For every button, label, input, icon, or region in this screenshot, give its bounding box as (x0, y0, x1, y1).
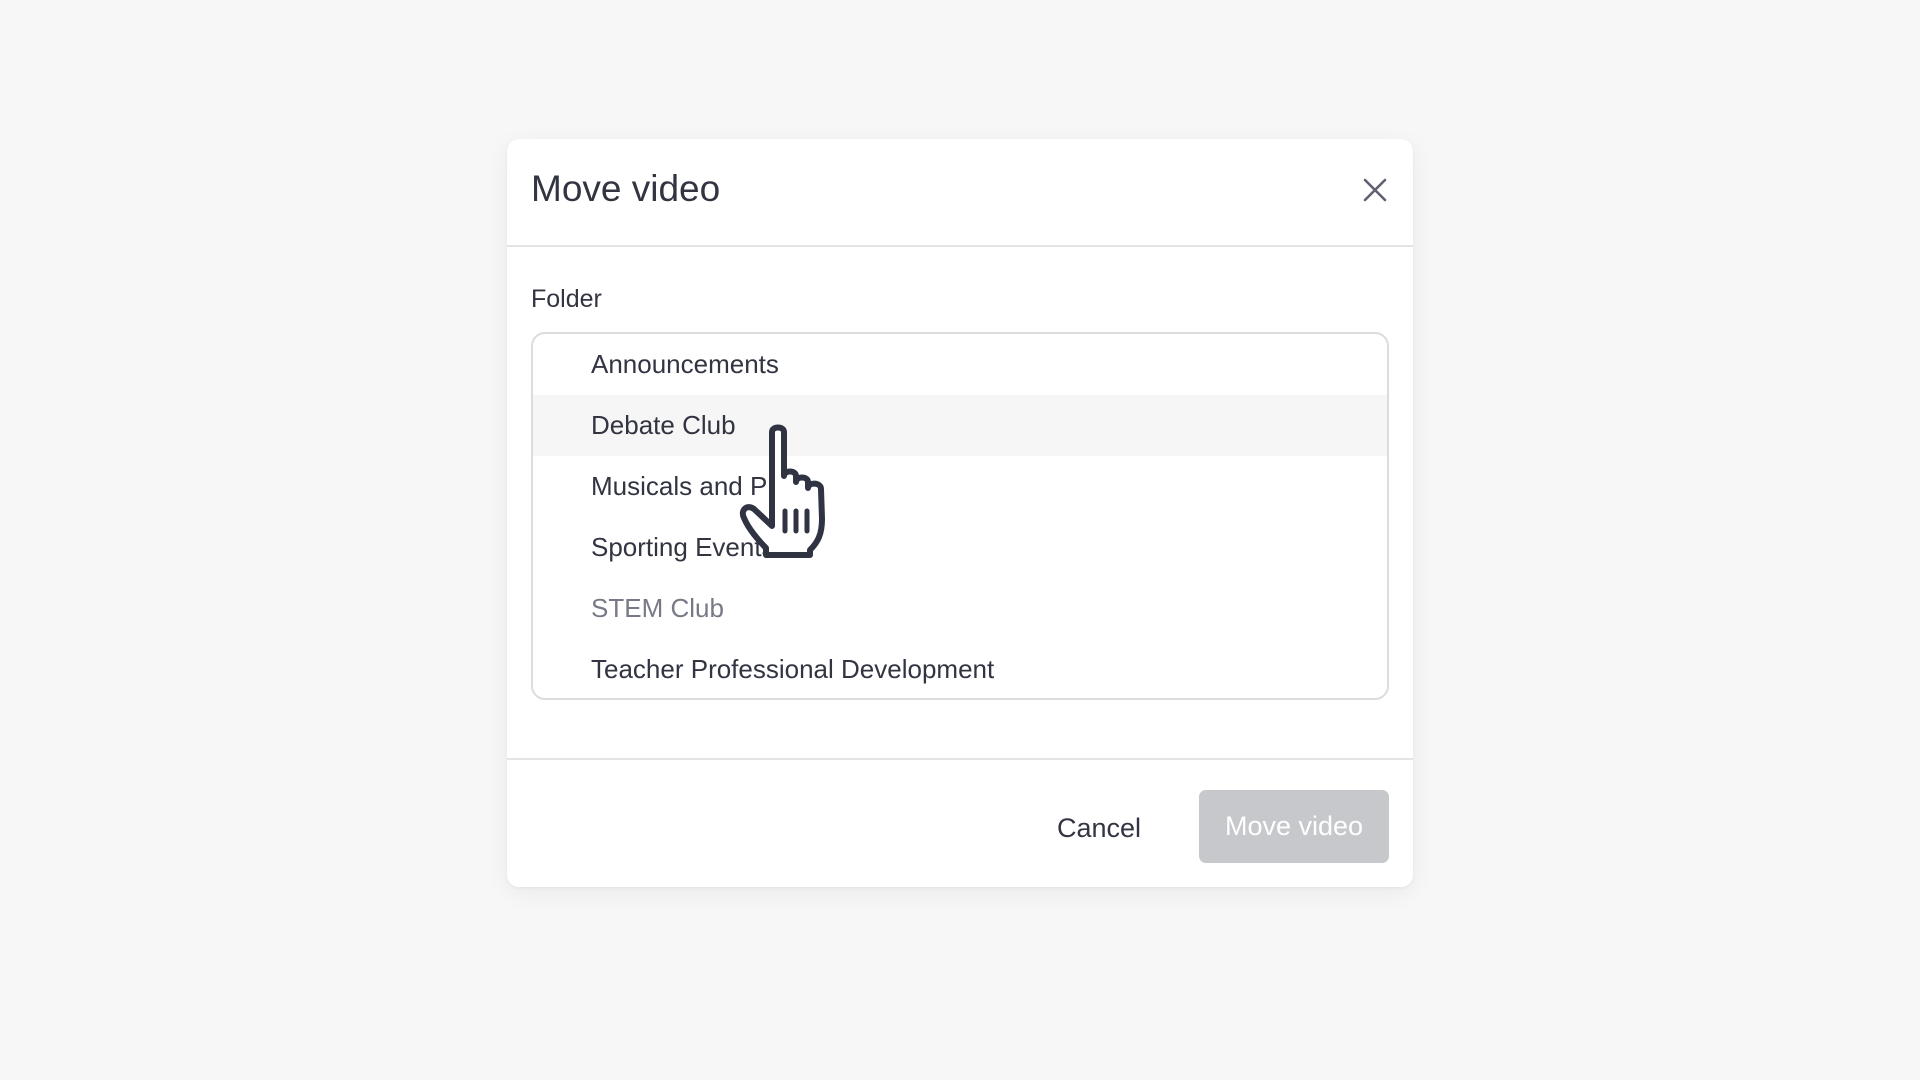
close-button[interactable] (1357, 172, 1393, 208)
close-icon (1363, 178, 1387, 202)
folder-listbox[interactable]: Announcements Debate Club Musicals and P… (531, 332, 1389, 700)
cancel-button[interactable]: Cancel (1057, 812, 1141, 844)
move-video-button[interactable]: Move video (1199, 790, 1389, 863)
folder-option-stem-club[interactable]: STEM Club (533, 578, 1387, 639)
dialog-title: Move video (531, 168, 721, 209)
folder-option-announcements[interactable]: Announcements (533, 334, 1387, 395)
folder-option-teacher-professional-development[interactable]: Teacher Professional Development (533, 639, 1387, 698)
folder-option-musicals-and-plays[interactable]: Musicals and Plays (533, 456, 1387, 517)
folder-label: Folder (531, 285, 602, 313)
folder-option-debate-club[interactable]: Debate Club (533, 395, 1387, 456)
dialog-header: Move video (507, 139, 1413, 247)
move-video-dialog: Move video Folder Announcements Debate C… (507, 139, 1413, 887)
dialog-footer: Cancel Move video (507, 758, 1413, 887)
folder-option-sporting-events[interactable]: Sporting Events (533, 517, 1387, 578)
